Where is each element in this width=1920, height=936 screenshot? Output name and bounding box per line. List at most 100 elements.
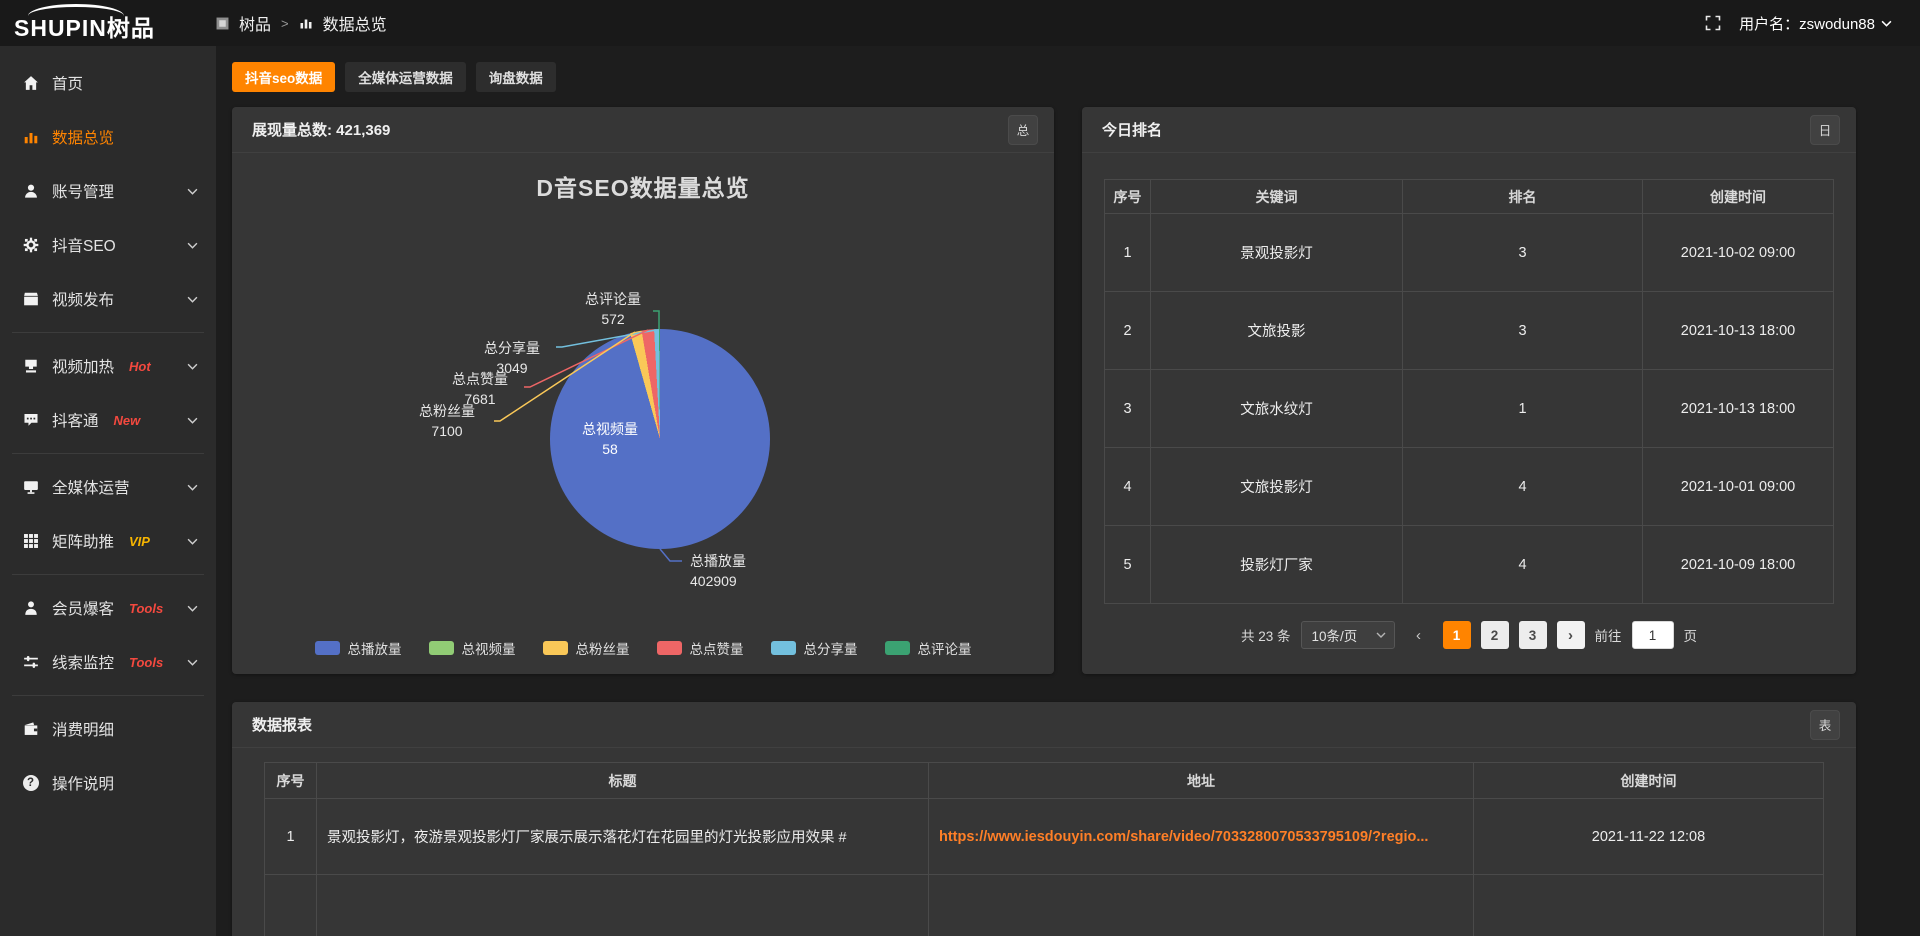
sidebar-item-consumption[interactable]: 消费明细 [0, 702, 216, 756]
wallet-icon [22, 721, 39, 737]
chevron-down-icon [1881, 20, 1892, 27]
goto-label: 前往 [1595, 625, 1622, 645]
sidebar: 首页 数据总览 账号管理 抖音SEO 视频发布 [0, 46, 216, 936]
breadcrumb-current[interactable]: 数据总览 [323, 11, 387, 35]
breadcrumb-root[interactable]: 树品 [239, 11, 271, 35]
question-icon [22, 775, 39, 791]
column-header: 地址 [929, 763, 1474, 799]
legend-swatch [771, 641, 796, 655]
legend-item[interactable]: 总分享量 [771, 638, 858, 658]
ranking-card-title: 今日排名 [1102, 119, 1162, 140]
page-number-button[interactable]: 1 [1443, 621, 1471, 649]
sidebar-item-label: 数据总览 [52, 126, 114, 148]
sidebar-item-label: 矩阵助推 [52, 530, 114, 552]
header-right: 用户名：zswodun88 [1705, 13, 1920, 34]
page-size-select[interactable]: 10条/页 [1301, 621, 1395, 649]
tab-media-operation[interactable]: 全媒体运营数据 [345, 62, 466, 92]
sidebar-item-video-publish[interactable]: 视频发布 [0, 272, 216, 326]
pie-label-videos: 总视频量58 [582, 419, 638, 459]
page-number-button[interactable]: 3 [1519, 621, 1547, 649]
sliders-icon [22, 654, 39, 670]
sidebar-item-media-operation[interactable]: 全媒体运营 [0, 460, 216, 514]
video-url-link[interactable]: https://www.iesdouyin.com/share/video/70… [939, 829, 1428, 845]
goto-page-input[interactable] [1632, 621, 1674, 649]
table-header-row: 序号 关键词 排名 创建时间 [1105, 180, 1834, 214]
pagination-total: 共 23 条 [1241, 625, 1291, 645]
sidebar-item-help[interactable]: 操作说明 [0, 756, 216, 810]
sidebar-item-label: 操作说明 [52, 772, 114, 794]
legend-item[interactable]: 总评论量 [885, 638, 972, 658]
sidebar-item-badge: Hot [129, 359, 151, 374]
chevron-down-icon [187, 417, 198, 424]
sidebar-item-member-baoke[interactable]: 会员爆客 Tools [0, 581, 216, 635]
data-tabs: 抖音seo数据 全媒体运营数据 询盘数据 [232, 62, 1856, 92]
sidebar-divider [12, 332, 204, 333]
sidebar-divider [12, 453, 204, 454]
username-label: 用户名：zswodun88 [1739, 13, 1875, 34]
site-icon [216, 17, 229, 30]
stats-total-title: 展现量总数: 421,369 [252, 119, 390, 140]
tab-douyin-seo[interactable]: 抖音seo数据 [232, 62, 335, 92]
table-badge-button[interactable]: 表 [1810, 710, 1840, 740]
pie-label-plays: 总播放量402909 [690, 551, 746, 591]
legend-swatch [429, 641, 454, 655]
sidebar-item-account[interactable]: 账号管理 [0, 164, 216, 218]
sidebar-item-video-heat[interactable]: 视频加热 Hot [0, 339, 216, 393]
column-header: 标题 [317, 763, 929, 799]
bar-chart-icon [22, 129, 39, 145]
user-menu[interactable]: 用户名：zswodun88 [1739, 13, 1892, 34]
day-badge-button[interactable]: 日 [1810, 115, 1840, 145]
column-header: 创建时间 [1643, 180, 1834, 214]
sidebar-item-home[interactable]: 首页 [0, 56, 216, 110]
chevron-down-icon [187, 296, 198, 303]
column-header: 序号 [1105, 180, 1151, 214]
legend-item[interactable]: 总播放量 [315, 638, 402, 658]
sidebar-item-badge: New [114, 413, 141, 428]
next-page-button[interactable]: › [1557, 621, 1585, 649]
sidebar-item-label: 首页 [52, 72, 83, 94]
table-row: 1 景观投影灯，夜游景观投影灯厂家展示展示落花灯在花园里的灯光投影应用效果 # … [265, 799, 1824, 875]
table-row: 5 投影灯厂家 4 2021-10-09 18:00 [1105, 526, 1834, 604]
chevron-down-icon [187, 659, 198, 666]
breadcrumb-separator: > [281, 16, 289, 31]
legend-item[interactable]: 总点赞量 [657, 638, 744, 658]
sidebar-item-label: 视频加热 [52, 355, 114, 377]
pie-label-comments: 总评论量572 [585, 289, 641, 329]
sidebar-item-badge: Tools [129, 601, 163, 616]
top-header: SHUPIN树品 树品 > 数据总览 用户名：zswodun88 [0, 0, 1920, 46]
member-icon [22, 600, 39, 616]
sidebar-divider [12, 695, 204, 696]
today-ranking-card: 今日排名 日 序号 关键词 排名 创建时间 [1082, 107, 1856, 674]
sidebar-item-data-overview[interactable]: 数据总览 [0, 110, 216, 164]
pie-chart-area: D音SEO数据量总览 总评论量572 [232, 153, 1054, 674]
legend-item[interactable]: 总视频量 [429, 638, 516, 658]
column-header: 创建时间 [1474, 763, 1824, 799]
page-number-button[interactable]: 2 [1481, 621, 1509, 649]
chevron-down-icon [187, 188, 198, 195]
sidebar-item-lead-monitor[interactable]: 线索监控 Tools [0, 635, 216, 689]
sidebar-item-matrix-boost[interactable]: 矩阵助推 VIP [0, 514, 216, 568]
legend-item[interactable]: 总粉丝量 [543, 638, 630, 658]
sidebar-item-label: 抖音SEO [52, 234, 116, 256]
chat-icon [22, 412, 39, 428]
legend-swatch [315, 641, 340, 655]
column-header: 序号 [265, 763, 317, 799]
column-header: 排名 [1403, 180, 1643, 214]
chevron-down-icon [187, 363, 198, 370]
sidebar-item-douyin-seo[interactable]: 抖音SEO [0, 218, 216, 272]
table-row: 1 景观投影灯 3 2021-10-02 09:00 [1105, 214, 1834, 292]
table-header-row: 序号 标题 地址 创建时间 [265, 763, 1824, 799]
sidebar-item-douketong[interactable]: 抖客通 New [0, 393, 216, 447]
sidebar-item-badge: Tools [129, 655, 163, 670]
monitor-icon [22, 479, 39, 495]
fullscreen-icon[interactable] [1705, 15, 1721, 31]
main-content: 抖音seo数据 全媒体运营数据 询盘数据 展现量总数: 421,369 总 D音… [216, 46, 1920, 936]
chevron-down-icon [187, 242, 198, 249]
tab-inquiry[interactable]: 询盘数据 [476, 62, 556, 92]
chevron-down-icon [187, 484, 198, 491]
prev-page-button[interactable]: ‹ [1405, 621, 1433, 649]
sidebar-item-label: 消费明细 [52, 718, 114, 740]
user-icon [22, 183, 39, 199]
pagination: 共 23 条 10条/页 ‹ 1 2 3 › 前往 页 [1082, 621, 1856, 649]
total-badge-button[interactable]: 总 [1008, 115, 1038, 145]
